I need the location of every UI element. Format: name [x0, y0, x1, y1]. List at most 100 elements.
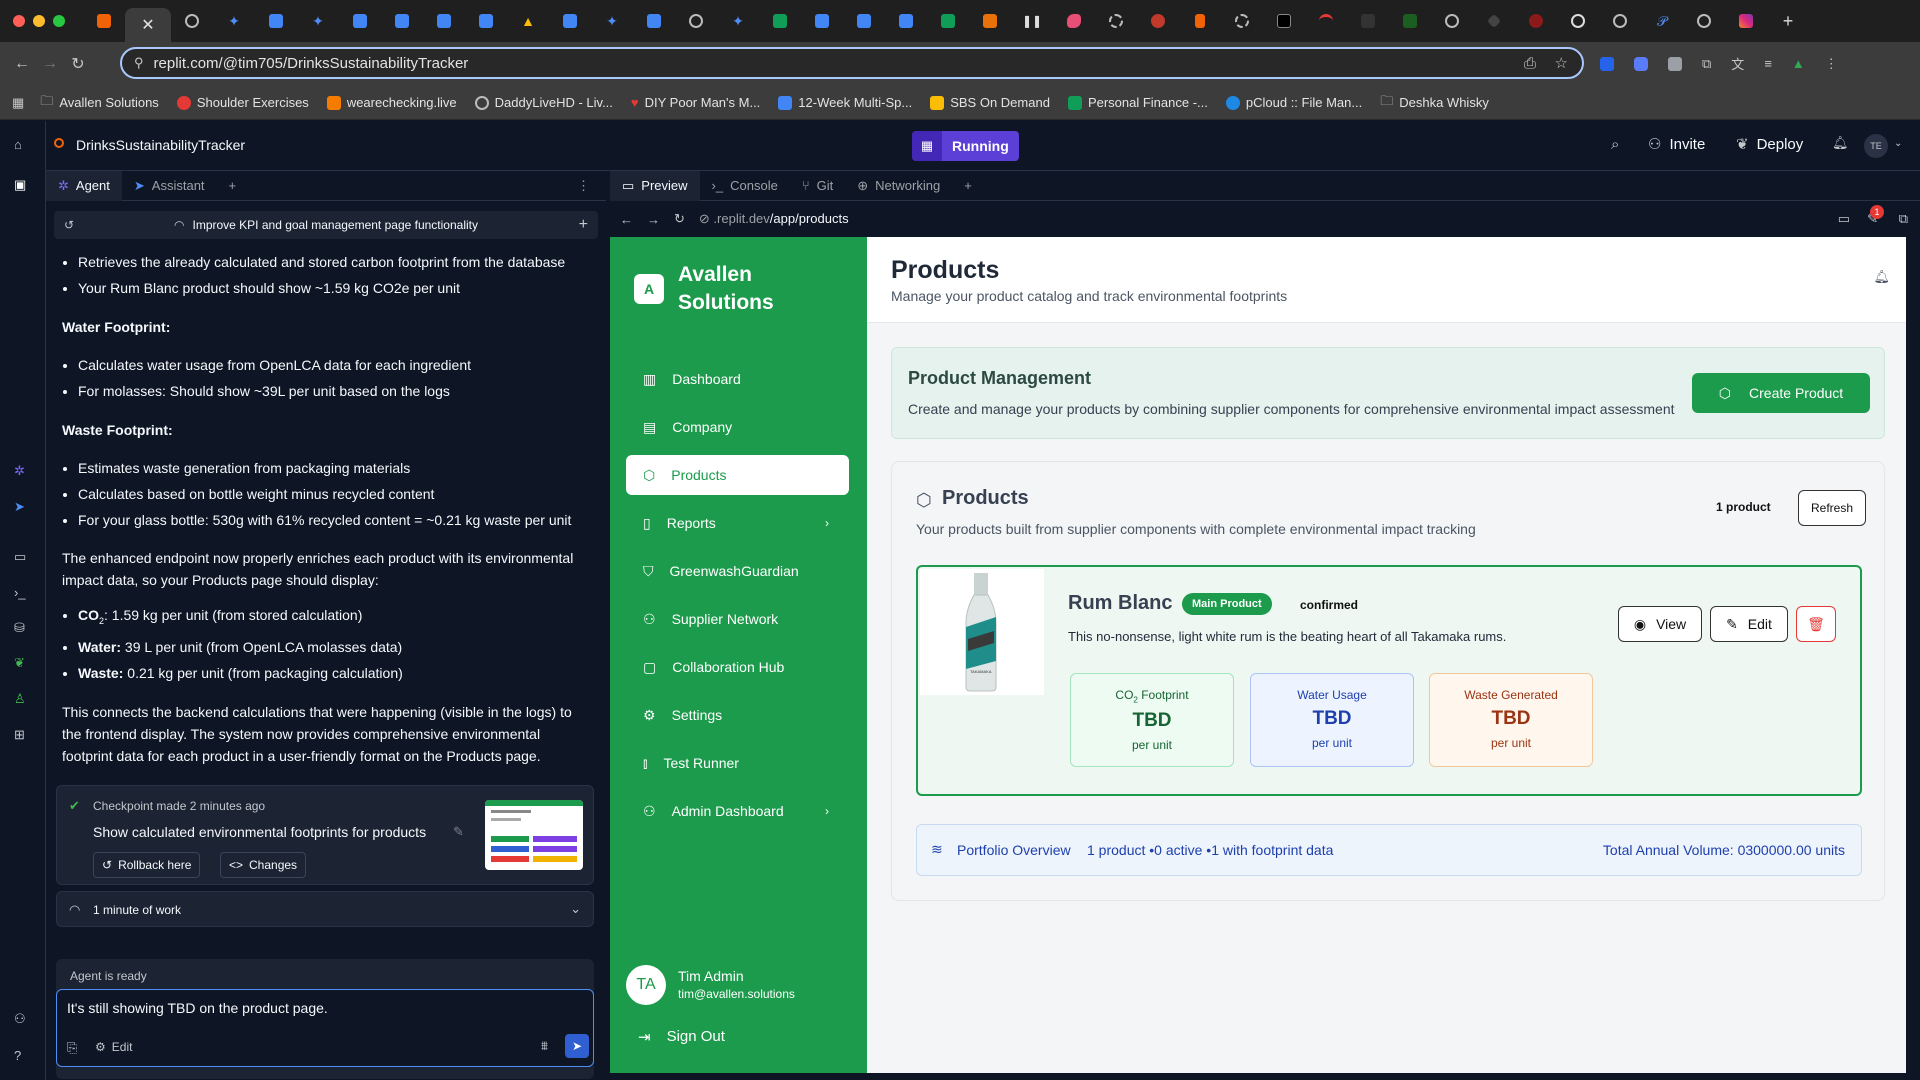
- sign-out-button[interactable]: ⇥ Sign Out: [638, 1028, 725, 1046]
- back-icon[interactable]: ←: [8, 55, 36, 73]
- extension-icon[interactable]: [1600, 56, 1614, 71]
- back-icon[interactable]: ←: [620, 212, 633, 227]
- browser-tab[interactable]: [1683, 6, 1725, 36]
- browser-tab[interactable]: [1263, 6, 1305, 36]
- nav-reports[interactable]: ▯ Reports ›: [626, 503, 849, 543]
- bookmark-item[interactable]: pCloud :: File Man...: [1225, 95, 1362, 110]
- nav-collaboration-hub[interactable]: ▢ Collaboration Hub: [626, 647, 849, 687]
- url-bar[interactable]: ⚲ replit.com/@tim705/DrinksSustainabilit…: [120, 47, 1584, 79]
- new-thread-icon[interactable]: +: [579, 216, 588, 234]
- forward-icon[interactable]: →: [647, 212, 660, 227]
- browser-tab[interactable]: [801, 6, 843, 36]
- browser-tab[interactable]: [83, 6, 125, 36]
- notifications-bell-icon[interactable]: 🔔︎: [1832, 135, 1849, 151]
- browser-tab[interactable]: [1473, 6, 1515, 36]
- tab-assistant[interactable]: ➤ Assistant: [122, 171, 217, 201]
- browser-tab[interactable]: [1053, 6, 1095, 36]
- browser-tab[interactable]: [171, 6, 213, 36]
- browser-tab[interactable]: [339, 6, 381, 36]
- bookmark-item[interactable]: SBS On Demand: [930, 95, 1050, 110]
- chevron-down-icon[interactable]: ⌄: [570, 901, 581, 917]
- browser-tab[interactable]: [927, 6, 969, 36]
- browser-tab[interactable]: [1347, 6, 1389, 36]
- tab-agent[interactable]: ✲ Agent: [46, 170, 122, 201]
- attach-icon[interactable]: ⎘: [67, 1040, 77, 1056]
- site-info-icon[interactable]: ⚲: [134, 55, 144, 71]
- close-window-button[interactable]: [13, 15, 25, 27]
- browser-tab[interactable]: [465, 6, 507, 36]
- tab-networking[interactable]: ⊕ Networking: [845, 171, 952, 201]
- browser-tab[interactable]: ✦: [717, 6, 759, 36]
- send-button[interactable]: ➤: [565, 1034, 589, 1058]
- product-card[interactable]: TAKAMAKA Rum Blanc Main Product confirme…: [916, 565, 1862, 796]
- browser-tab[interactable]: [633, 6, 675, 36]
- preview-icon[interactable]: ▭: [14, 549, 32, 567]
- browser-tab[interactable]: [843, 6, 885, 36]
- browser-tab[interactable]: [969, 6, 1011, 36]
- files-icon[interactable]: ▣: [14, 177, 32, 195]
- notifications-bell-icon[interactable]: 🔔︎: [1873, 269, 1890, 285]
- help-icon[interactable]: ?: [14, 1048, 32, 1066]
- menu-icon[interactable]: ⋮: [1825, 56, 1838, 72]
- bookmark-item[interactable]: DaddyLiveHD - Liv...: [474, 95, 613, 110]
- browser-tab[interactable]: [255, 6, 297, 36]
- console-icon[interactable]: ›_: [14, 585, 32, 603]
- assistant-icon[interactable]: ➤: [14, 499, 32, 517]
- browser-tab[interactable]: ✦: [591, 6, 633, 36]
- delete-button[interactable]: 🗑︎: [1796, 606, 1836, 642]
- bookmark-item[interactable]: wearechecking.live: [326, 95, 457, 110]
- reload-icon[interactable]: ↻: [64, 54, 92, 74]
- preview-url[interactable]: ⊘ .replit.dev/app/products: [699, 211, 849, 227]
- browser-tab[interactable]: [1515, 6, 1557, 36]
- open-external-icon[interactable]: ⧉: [1899, 211, 1908, 227]
- database-icon[interactable]: ⛁: [14, 620, 32, 638]
- browser-tab[interactable]: [675, 6, 717, 36]
- browser-tab[interactable]: [885, 6, 927, 36]
- browser-tab[interactable]: [1557, 6, 1599, 36]
- apps-grid-icon[interactable]: ▦: [12, 95, 24, 111]
- devices-icon[interactable]: ▭: [1838, 211, 1850, 227]
- all-tools-icon[interactable]: ⊞: [14, 727, 32, 745]
- extension-icon[interactable]: [1668, 56, 1682, 71]
- project-name[interactable]: DrinksSustainabilityTracker: [76, 137, 245, 153]
- nav-company[interactable]: ▤ Company: [626, 407, 849, 447]
- nav-greenwashguardian[interactable]: ⛉ GreenwashGuardian: [626, 551, 849, 591]
- bookmark-star-icon[interactable]: ☆: [1555, 54, 1568, 72]
- extension-icon[interactable]: ▲: [1792, 56, 1805, 71]
- checkpoint-thumbnail[interactable]: [485, 800, 583, 870]
- reading-list-icon[interactable]: ≡: [1764, 56, 1772, 71]
- bookmark-item[interactable]: Shoulder Exercises: [176, 95, 309, 110]
- new-tab-button[interactable]: +: [952, 171, 984, 201]
- browser-tab[interactable]: [381, 6, 423, 36]
- browser-tab[interactable]: ✦: [213, 6, 255, 36]
- more-options-icon[interactable]: ⋮: [577, 178, 590, 194]
- bookmark-item[interactable]: 12-Week Multi-Sp...: [778, 95, 912, 110]
- nav-products[interactable]: ⬡ Products: [626, 455, 849, 495]
- browser-tab[interactable]: [423, 6, 465, 36]
- search-icon[interactable]: ⌕: [1611, 136, 1619, 153]
- minimize-window-button[interactable]: [33, 15, 45, 27]
- deployments-icon[interactable]: ❦: [14, 655, 32, 673]
- install-app-icon[interactable]: ⎙: [1524, 55, 1536, 72]
- nav-admin-dashboard[interactable]: ⚇ Admin Dashboard ›: [626, 791, 849, 831]
- changes-button[interactable]: <> Changes: [220, 852, 307, 878]
- bookmark-item[interactable]: 🗀 Avallen Solutions: [40, 92, 159, 114]
- browser-tab[interactable]: ✦: [297, 6, 339, 36]
- bookmark-item[interactable]: 🗀 Deshka Whisky: [1380, 92, 1489, 114]
- nav-supplier-network[interactable]: ⚇ Supplier Network: [626, 599, 849, 639]
- zoom-window-button[interactable]: [53, 15, 65, 27]
- browser-tab[interactable]: [1137, 6, 1179, 36]
- agent-icon[interactable]: ✲: [14, 463, 32, 481]
- home-icon[interactable]: ⌂: [14, 137, 32, 155]
- browser-tab[interactable]: ❚❚: [1011, 6, 1053, 36]
- nav-dashboard[interactable]: ▥ Dashboard: [626, 359, 849, 399]
- user-avatar[interactable]: TE: [1864, 134, 1888, 158]
- browser-tab[interactable]: [1725, 6, 1767, 36]
- browser-tab[interactable]: 𝒫: [1641, 6, 1683, 36]
- reload-icon[interactable]: ↻: [674, 211, 685, 227]
- browser-tab[interactable]: ▲: [507, 6, 549, 36]
- nav-test-runner[interactable]: ⫾ Test Runner: [626, 743, 849, 783]
- browser-tab[interactable]: [1305, 6, 1347, 36]
- deploy-button[interactable]: ❦ Deploy: [1736, 135, 1803, 154]
- browser-tab[interactable]: [759, 6, 801, 36]
